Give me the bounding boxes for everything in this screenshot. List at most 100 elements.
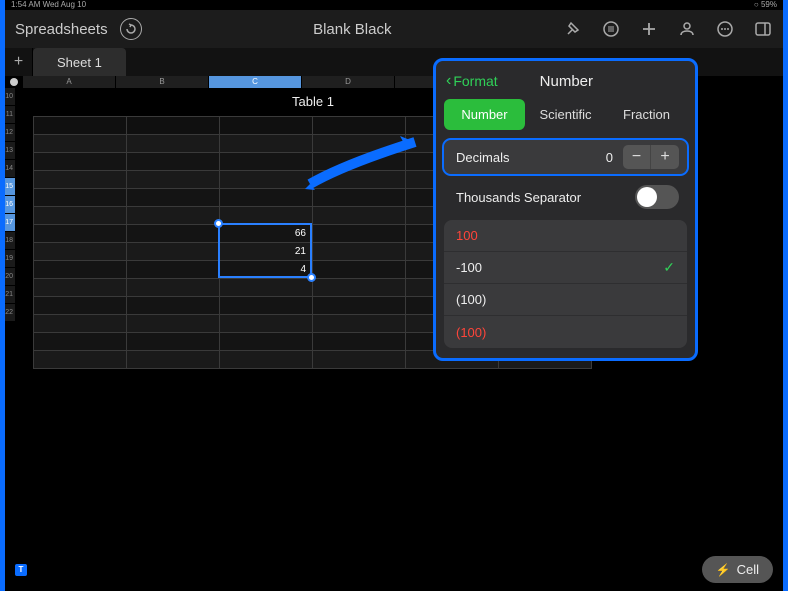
- more-icon[interactable]: [715, 19, 735, 39]
- cell[interactable]: 66: [220, 225, 313, 243]
- cell[interactable]: [127, 333, 220, 351]
- cell[interactable]: [127, 153, 220, 171]
- cell[interactable]: 21: [220, 243, 313, 261]
- cell[interactable]: [313, 243, 406, 261]
- decimals-decrement[interactable]: −: [623, 145, 651, 169]
- cell[interactable]: [127, 243, 220, 261]
- column-header-C[interactable]: C: [209, 76, 302, 88]
- cell[interactable]: [220, 189, 313, 207]
- sidebar-icon[interactable]: [753, 19, 773, 39]
- cell[interactable]: [34, 153, 127, 171]
- selection-handle-tl[interactable]: [214, 219, 223, 228]
- cell[interactable]: [34, 279, 127, 297]
- row-header-11[interactable]: 11: [5, 106, 15, 124]
- sheet-tab[interactable]: Sheet 1: [33, 48, 126, 76]
- cell[interactable]: [127, 225, 220, 243]
- cell[interactable]: [34, 117, 127, 135]
- cell[interactable]: [313, 171, 406, 189]
- cell[interactable]: [313, 207, 406, 225]
- negative-format-option[interactable]: (100): [444, 316, 687, 348]
- cell[interactable]: [127, 171, 220, 189]
- cell[interactable]: [220, 315, 313, 333]
- select-all-corner[interactable]: [5, 76, 23, 88]
- cell[interactable]: [220, 333, 313, 351]
- cell[interactable]: [34, 333, 127, 351]
- cell[interactable]: [34, 207, 127, 225]
- cell[interactable]: [313, 279, 406, 297]
- row-header-15[interactable]: 15: [5, 178, 15, 196]
- cell[interactable]: [127, 351, 220, 369]
- cell[interactable]: [34, 315, 127, 333]
- cell[interactable]: 4: [220, 261, 313, 279]
- cell[interactable]: [34, 261, 127, 279]
- cell[interactable]: [34, 135, 127, 153]
- cell[interactable]: [127, 279, 220, 297]
- cell[interactable]: [220, 117, 313, 135]
- bottom-hint: T: [15, 564, 33, 576]
- pin-icon[interactable]: [563, 19, 583, 39]
- row-header-12[interactable]: 12: [5, 124, 15, 142]
- cell[interactable]: [127, 135, 220, 153]
- add-icon[interactable]: [639, 19, 659, 39]
- cell[interactable]: [34, 243, 127, 261]
- cell[interactable]: [127, 189, 220, 207]
- cell[interactable]: [313, 333, 406, 351]
- cell[interactable]: [127, 117, 220, 135]
- list-icon[interactable]: [601, 19, 621, 39]
- cell[interactable]: [34, 171, 127, 189]
- row-header-13[interactable]: 13: [5, 142, 15, 160]
- column-header-B[interactable]: B: [116, 76, 209, 88]
- cell[interactable]: [127, 315, 220, 333]
- cell[interactable]: [220, 171, 313, 189]
- row-header-20[interactable]: 20: [5, 268, 15, 286]
- cell[interactable]: [313, 297, 406, 315]
- thousands-toggle[interactable]: [635, 185, 679, 209]
- row-header-10[interactable]: 10: [5, 88, 15, 106]
- tab-scientific[interactable]: Scientific: [525, 99, 606, 130]
- row-header-21[interactable]: 21: [5, 286, 15, 304]
- cell[interactable]: [220, 135, 313, 153]
- cell[interactable]: [220, 279, 313, 297]
- row-header-14[interactable]: 14: [5, 160, 15, 178]
- cell[interactable]: [220, 351, 313, 369]
- row-header-16[interactable]: 16: [5, 196, 15, 214]
- cell[interactable]: [34, 351, 127, 369]
- row-header-19[interactable]: 19: [5, 250, 15, 268]
- cell[interactable]: [313, 153, 406, 171]
- row-header-22[interactable]: 22: [5, 304, 15, 322]
- cell[interactable]: [127, 207, 220, 225]
- cell[interactable]: [220, 297, 313, 315]
- negative-format-option[interactable]: (100): [444, 284, 687, 316]
- cell[interactable]: [220, 207, 313, 225]
- column-header-D[interactable]: D: [302, 76, 395, 88]
- row-header-18[interactable]: 18: [5, 232, 15, 250]
- negative-format-option[interactable]: -100✓: [444, 252, 687, 284]
- cell[interactable]: [313, 135, 406, 153]
- selection-handle-br[interactable]: [307, 273, 316, 282]
- cell[interactable]: [34, 189, 127, 207]
- cell[interactable]: [127, 297, 220, 315]
- toolbar: Spreadsheets Blank Black: [5, 10, 783, 48]
- add-sheet-button[interactable]: +: [5, 48, 33, 76]
- cell-mode-button[interactable]: ⚡ Cell: [702, 556, 773, 583]
- document-title[interactable]: Blank Black: [313, 21, 391, 38]
- cell[interactable]: [220, 153, 313, 171]
- column-header-A[interactable]: A: [23, 76, 116, 88]
- negative-format-option[interactable]: 100: [444, 220, 687, 252]
- cell[interactable]: [313, 261, 406, 279]
- back-spreadsheets[interactable]: Spreadsheets: [15, 21, 108, 38]
- undo-history-icon[interactable]: [120, 18, 142, 40]
- decimals-increment[interactable]: +: [651, 145, 679, 169]
- cell[interactable]: [313, 117, 406, 135]
- tab-fraction[interactable]: Fraction: [606, 99, 687, 130]
- cell[interactable]: [313, 351, 406, 369]
- tab-number[interactable]: Number: [444, 99, 525, 130]
- cell[interactable]: [313, 315, 406, 333]
- cell[interactable]: [34, 297, 127, 315]
- cell[interactable]: [313, 225, 406, 243]
- cell[interactable]: [34, 225, 127, 243]
- cell[interactable]: [313, 189, 406, 207]
- cell[interactable]: [127, 261, 220, 279]
- collaborate-icon[interactable]: [677, 19, 697, 39]
- row-header-17[interactable]: 17: [5, 214, 15, 232]
